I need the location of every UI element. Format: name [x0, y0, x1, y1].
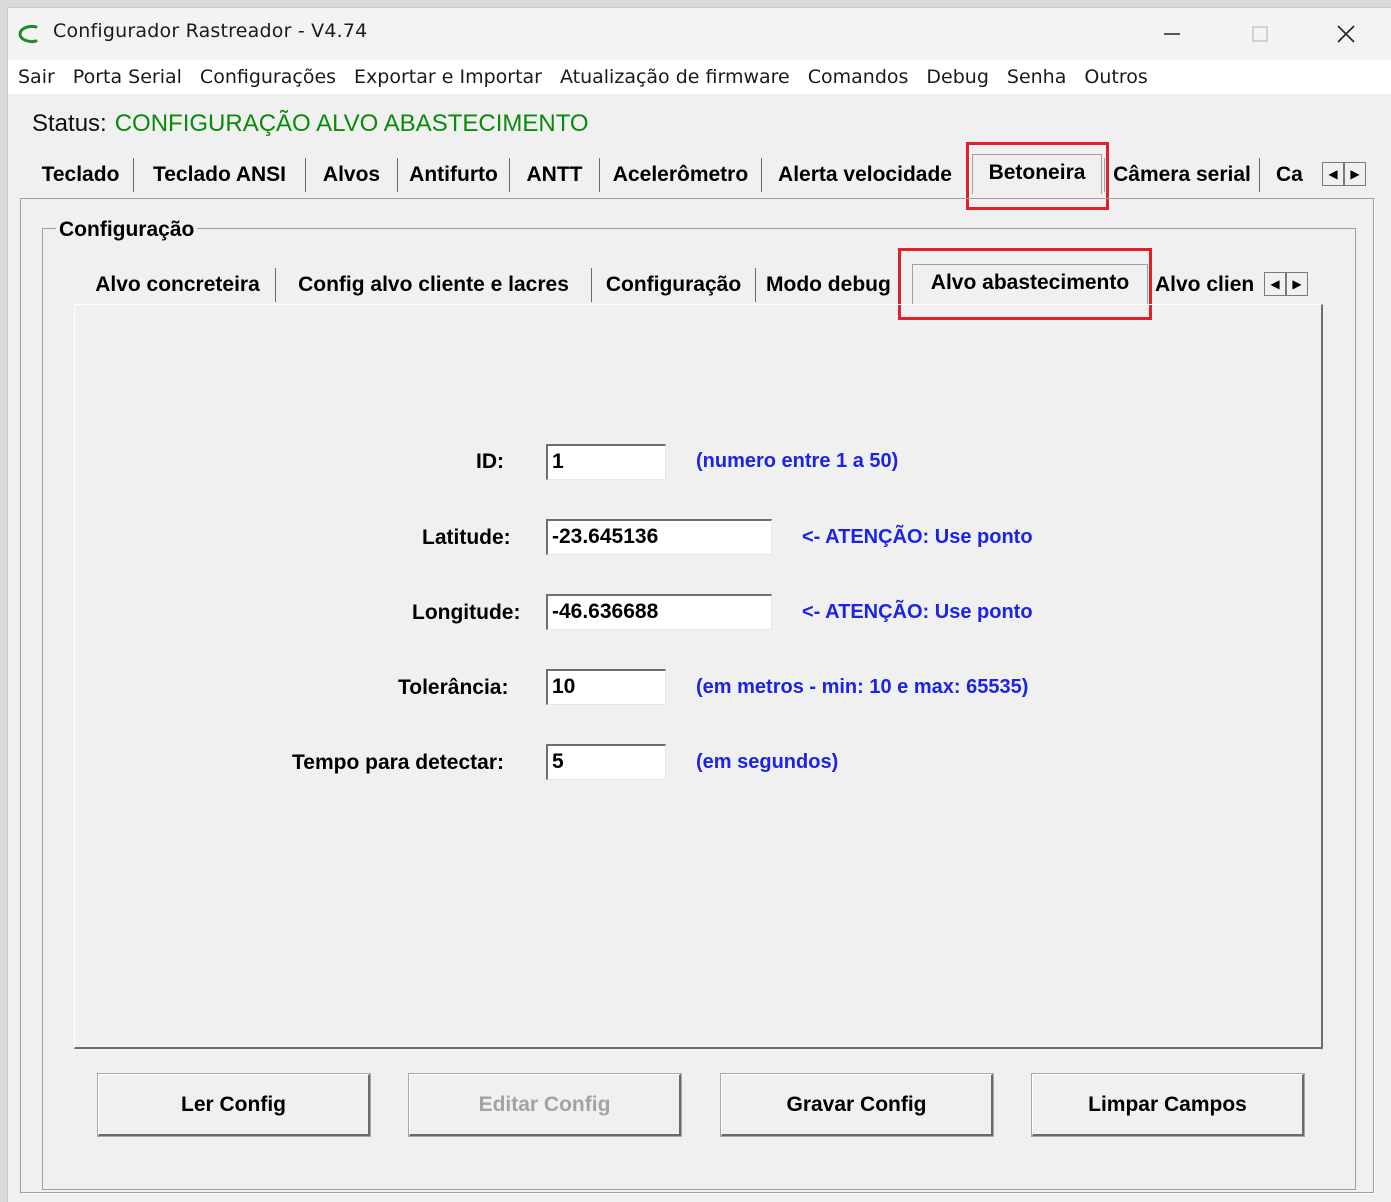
sub-tab-strip: Alvo concreteira Config alvo cliente e l… — [8, 248, 1391, 320]
tempo-label: Tempo para detectar: — [292, 751, 504, 774]
limpar-campos-button[interactable]: Limpar Campos — [1032, 1074, 1304, 1136]
latitude-hint: <- ATENÇÃO: Use ponto — [802, 526, 1033, 548]
ler-config-button[interactable]: Ler Config — [98, 1074, 370, 1136]
tempo-field[interactable]: 5 — [546, 744, 666, 780]
minimize-icon — [1164, 33, 1180, 35]
window-title: Configurador Rastreador - V4.74 — [53, 20, 368, 42]
subtab-alvo-cliente-truncated[interactable]: Alvo clien — [1150, 268, 1270, 302]
gravar-config-button[interactable]: Gravar Config — [721, 1074, 993, 1136]
chevron-left-icon[interactable]: ◀ — [1322, 162, 1344, 186]
longitude-hint: <- ATENÇÃO: Use ponto — [802, 601, 1033, 623]
tolerancia-label: Tolerância: — [398, 676, 509, 699]
tab-teclado[interactable]: Teclado — [28, 158, 134, 192]
id-hint: (numero entre 1 a 50) — [696, 450, 899, 472]
status-line: Status: CONFIGURAÇÃO ALVO ABASTECIMENTO — [32, 110, 589, 138]
tab-alvos[interactable]: Alvos — [306, 158, 398, 192]
status-label: Status: — [32, 110, 107, 137]
tab-teclado-ansi[interactable]: Teclado ANSI — [134, 158, 306, 192]
tolerancia-hint: (em metros - min: 10 e max: 65535) — [696, 676, 1029, 698]
main-tab-scroll: ◀ ▶ — [1322, 162, 1366, 186]
subtab-alvo-concreteira[interactable]: Alvo concreteira — [80, 268, 276, 302]
maximize-button[interactable] — [1238, 16, 1282, 52]
menu-comandos[interactable]: Comandos — [799, 66, 918, 88]
title-bar: Configurador Rastreador - V4.74 — [8, 8, 1391, 60]
menu-bar: Sair Porta Serial Configurações Exportar… — [8, 60, 1391, 94]
chevron-right-icon[interactable]: ▶ — [1286, 272, 1308, 296]
subtab-configuracao[interactable]: Configuração — [592, 268, 756, 302]
minimize-button[interactable] — [1150, 16, 1194, 52]
longitude-label: Longitude: — [412, 601, 521, 624]
latitude-label: Latitude: — [422, 526, 511, 549]
subtab-modo-debug[interactable]: Modo debug — [756, 268, 904, 302]
menu-exportar-importar[interactable]: Exportar e Importar — [345, 66, 551, 88]
id-field[interactable]: 1 — [546, 444, 666, 480]
editar-config-button[interactable]: Editar Config — [409, 1074, 681, 1136]
tolerancia-field[interactable]: 10 — [546, 669, 666, 705]
menu-configuracoes[interactable]: Configurações — [191, 66, 345, 88]
sub-tab-scroll: ◀ ▶ — [1264, 272, 1308, 296]
app-window: Configurador Rastreador - V4.74 Sair Por… — [8, 8, 1391, 1202]
close-button[interactable] — [1324, 16, 1368, 52]
tab-camera-serial[interactable]: Câmera serial — [1104, 158, 1260, 192]
main-tab-strip: Teclado Teclado ANSI Alvos Antifurto ANT… — [8, 142, 1391, 210]
tab-alerta-velocidade[interactable]: Alerta velocidade — [762, 158, 968, 192]
subtab-config-alvo-cliente[interactable]: Config alvo cliente e lacres — [276, 268, 592, 302]
menu-outros[interactable]: Outros — [1075, 66, 1156, 88]
tab-truncated[interactable]: Ca — [1264, 158, 1306, 192]
menu-atualizacao-firmware[interactable]: Atualização de firmware — [551, 66, 799, 88]
menu-senha[interactable]: Senha — [998, 66, 1075, 88]
tab-antt[interactable]: ANTT — [510, 158, 600, 192]
chevron-left-icon[interactable]: ◀ — [1264, 272, 1286, 296]
longitude-field[interactable]: -46.636688 — [546, 594, 772, 630]
menu-sair[interactable]: Sair — [8, 66, 64, 88]
app-logo-icon — [18, 25, 38, 43]
maximize-icon — [1252, 26, 1268, 42]
chevron-right-icon[interactable]: ▶ — [1344, 162, 1366, 186]
tab-antifurto[interactable]: Antifurto — [398, 158, 510, 192]
close-icon — [1337, 25, 1355, 43]
menu-porta-serial[interactable]: Porta Serial — [64, 66, 191, 88]
groupbox-title: Configuração — [56, 218, 198, 242]
menu-debug[interactable]: Debug — [917, 66, 997, 88]
tempo-hint: (em segundos) — [696, 751, 839, 773]
tab-acelerometro[interactable]: Acelerômetro — [600, 158, 762, 192]
latitude-field[interactable]: -23.645136 — [546, 519, 772, 555]
status-value: CONFIGURAÇÃO ALVO ABASTECIMENTO — [114, 110, 589, 137]
id-label: ID: — [476, 450, 504, 473]
